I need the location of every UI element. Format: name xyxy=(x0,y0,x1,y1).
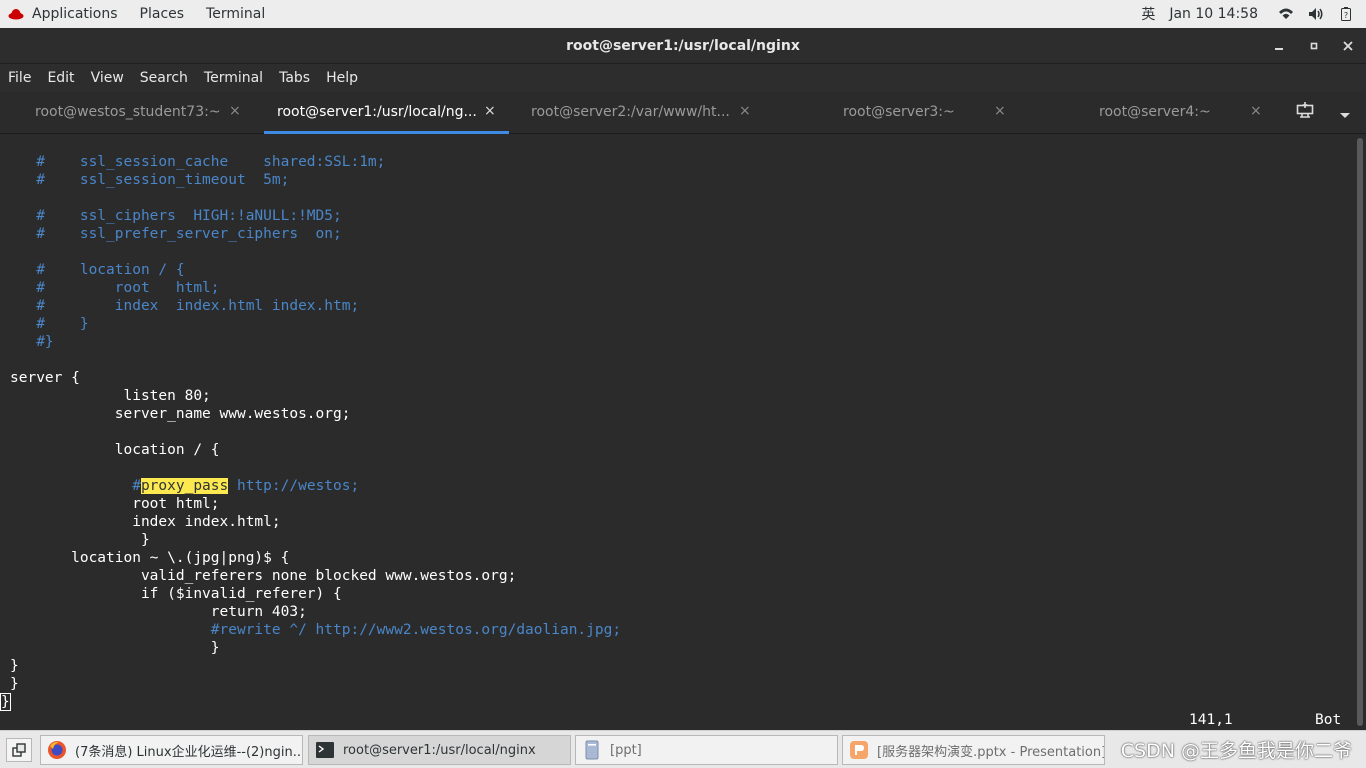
scrollbar-thumb[interactable] xyxy=(1357,138,1363,726)
terminal-line: root html; xyxy=(10,496,220,512)
tab-close-icon[interactable]: × xyxy=(994,103,1006,119)
terminal-line: } xyxy=(0,693,11,711)
tab-close-icon[interactable]: × xyxy=(739,103,751,119)
terminal-line: # index index.html index.htm; xyxy=(10,298,360,314)
menu-bar: File Edit View Search Terminal Tabs Help xyxy=(0,64,1366,92)
tab-close-icon[interactable]: × xyxy=(229,103,241,119)
tab-label: root@server3:~ xyxy=(843,104,955,120)
redhat-logo-icon xyxy=(8,9,24,20)
terminal-line: location ~ \.(jpg|png)$ { xyxy=(10,550,290,566)
tab-close-icon[interactable]: × xyxy=(484,103,496,119)
volume-icon[interactable] xyxy=(1308,6,1324,22)
terminal-line: # ssl_ciphers HIGH:!aNULL:!MD5; xyxy=(10,208,342,224)
terminal-line: # } xyxy=(10,316,89,332)
terminal-line: server { xyxy=(10,370,80,386)
taskbar-label: root@server1:/usr/local/nginx xyxy=(343,742,536,758)
menu-help[interactable]: Help xyxy=(318,70,366,86)
menu-view[interactable]: View xyxy=(83,70,132,86)
taskbar-label: [ppt] xyxy=(610,742,642,758)
presentation-icon xyxy=(850,741,868,759)
terminal-line: index index.html; xyxy=(10,514,281,530)
terminal-line: } xyxy=(10,658,19,674)
maximize-icon[interactable] xyxy=(1297,28,1331,64)
cursor-position-status: 141,1 xyxy=(1189,712,1233,728)
tab-close-icon[interactable]: × xyxy=(1250,103,1262,119)
tab-server3[interactable]: root@server3:~ × xyxy=(770,92,1015,134)
tab-label: root@server2:/var/www/ht... xyxy=(531,104,730,120)
terminal-line: # location / { xyxy=(10,262,185,278)
new-tab-icon[interactable] xyxy=(1296,101,1314,123)
text-cursor: } xyxy=(0,693,11,711)
applications-menu[interactable]: Applications xyxy=(30,0,129,28)
file-icon xyxy=(585,740,599,760)
wifi-icon[interactable] xyxy=(1278,6,1294,22)
tabs-menu-chevron-down-icon[interactable] xyxy=(1339,105,1351,124)
scroll-position-status: Bot xyxy=(1315,712,1342,728)
taskbar-label: (7条消息) Linux企业化运维--(2)ngin... xyxy=(75,744,302,760)
terminal-line: } xyxy=(10,676,19,692)
terminal-line: location / { xyxy=(10,442,220,458)
terminal-line: #proxy_pass http://westos; xyxy=(10,478,360,494)
terminal-line: # ssl_session_cache shared:SSL:1m; xyxy=(10,154,386,170)
window-titlebar[interactable]: root@server1:/usr/local/nginx xyxy=(0,28,1366,64)
terminal-line: return 403; xyxy=(10,604,307,620)
terminal-line: # root html; xyxy=(10,280,220,296)
terminal-line: valid_referers none blocked www.westos.o… xyxy=(10,568,517,584)
terminal-line: #} xyxy=(10,334,54,350)
menu-search[interactable]: Search xyxy=(132,70,196,86)
top-panel: Applications Places Terminal 英 Jan 10 14… xyxy=(0,0,1366,28)
terminal-line: } xyxy=(10,640,220,656)
tab-label: root@server1:/usr/local/ng... xyxy=(277,104,477,120)
taskbar-item-terminal[interactable]: root@server1:/usr/local/nginx xyxy=(308,735,571,765)
input-method-indicator[interactable]: 英 xyxy=(1141,4,1155,24)
battery-icon[interactable]: ? xyxy=(1338,6,1354,22)
terminal-app-menu[interactable]: Terminal xyxy=(195,0,276,28)
terminal-line: # ssl_session_timeout 5m; xyxy=(10,172,290,188)
terminal-line: #rewrite ^/ http://www2.westos.org/daoli… xyxy=(10,622,622,638)
terminal-line: server_name www.westos.org; xyxy=(10,406,351,422)
menu-edit[interactable]: Edit xyxy=(39,70,82,86)
tab-server2[interactable]: root@server2:/var/www/ht... × xyxy=(517,92,762,134)
terminal-view[interactable]: # ssl_session_cache shared:SSL:1m; # ssl… xyxy=(0,134,1354,730)
window-title: root@server1:/usr/local/nginx xyxy=(566,37,800,54)
tab-bar: root@westos_student73:~ × root@server1:/… xyxy=(0,92,1366,134)
svg-text:?: ? xyxy=(1344,11,1348,20)
terminal-icon xyxy=(316,742,334,758)
taskbar-item-firefox[interactable]: (7条消息) Linux企业化运维--(2)ngin... xyxy=(40,735,303,765)
show-desktop-icon[interactable] xyxy=(6,738,32,762)
search-highlight: proxy_pass xyxy=(140,478,229,494)
places-menu[interactable]: Places xyxy=(129,0,196,28)
menu-tabs[interactable]: Tabs xyxy=(271,70,318,86)
tab-server4[interactable]: root@server4:~ × xyxy=(1023,92,1268,134)
terminal-line: } xyxy=(10,532,150,548)
terminal-line: # ssl_prefer_server_ciphers on; xyxy=(10,226,342,242)
terminal-scrollbar[interactable] xyxy=(1354,134,1366,730)
bottom-taskbar: (7条消息) Linux企业化运维--(2)ngin... root@serve… xyxy=(0,730,1366,768)
tab-server1[interactable]: root@server1:/usr/local/ng... × xyxy=(264,92,509,134)
menu-terminal[interactable]: Terminal xyxy=(196,70,271,86)
firefox-icon xyxy=(48,741,66,759)
terminal-line: if ($invalid_referer) { xyxy=(10,586,342,602)
close-icon[interactable] xyxy=(1331,28,1365,64)
terminal-line: listen 80; xyxy=(10,388,211,404)
tab-label: root@westos_student73:~ xyxy=(35,104,221,120)
taskbar-item-ppt-folder[interactable]: [ppt] xyxy=(575,735,838,765)
taskbar-label: [服务器架构演变.pptx - Presentation] xyxy=(877,744,1104,760)
csdn-watermark: CSDN @王多鱼我是你二爷 xyxy=(1120,740,1352,762)
clock[interactable]: Jan 10 14:58 xyxy=(1169,6,1258,22)
minimize-icon[interactable] xyxy=(1262,28,1296,64)
tab-label: root@server4:~ xyxy=(1099,104,1211,120)
tab-westos-student73[interactable]: root@westos_student73:~ × xyxy=(0,92,256,134)
taskbar-item-presentation[interactable]: [服务器架构演变.pptx - Presentation] xyxy=(842,735,1105,765)
menu-file[interactable]: File xyxy=(0,70,39,86)
